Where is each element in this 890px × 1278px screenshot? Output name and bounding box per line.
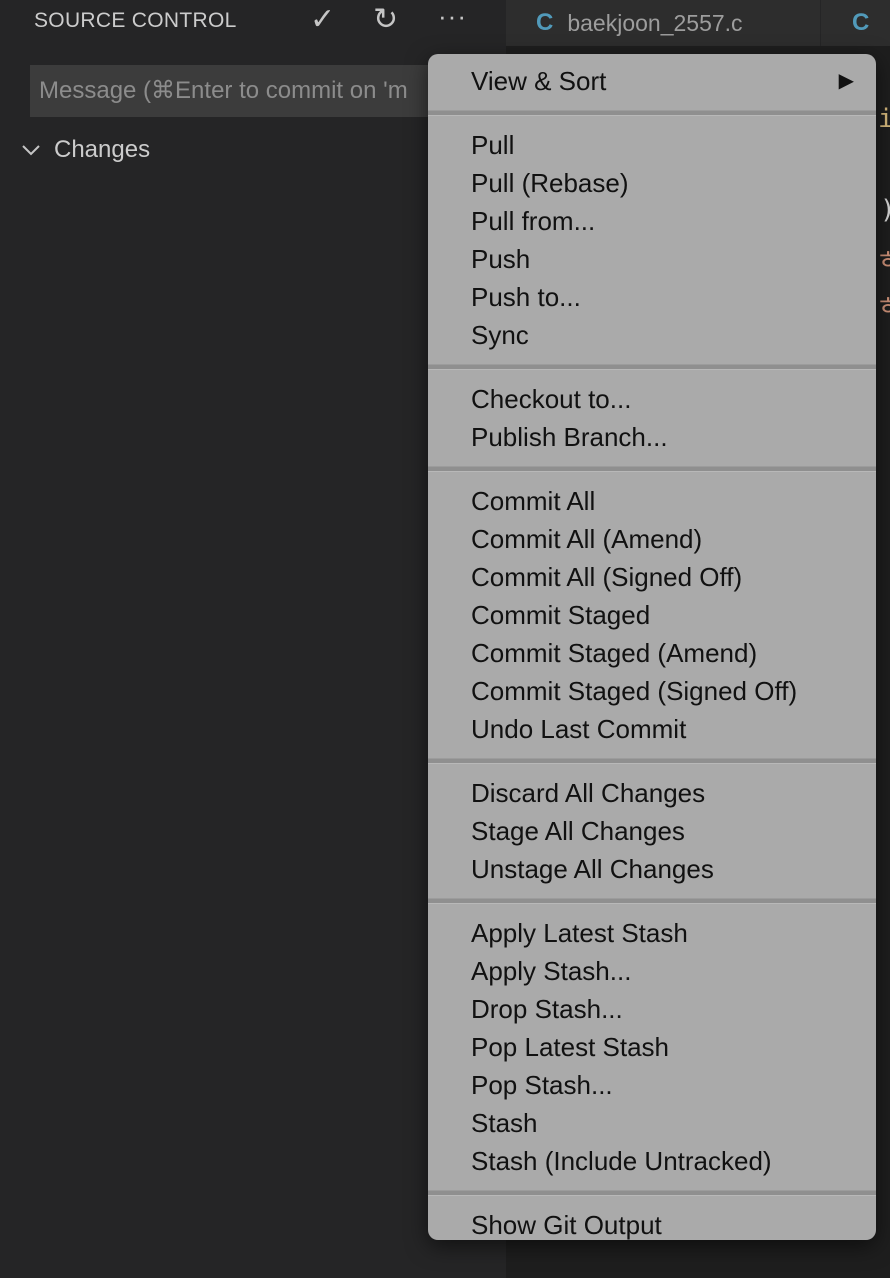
menu-item-pull-from[interactable]: Pull from... xyxy=(428,202,876,240)
menu-item-push[interactable]: Push xyxy=(428,240,876,278)
source-control-title: SOURCE CONTROL xyxy=(34,9,237,32)
menu-item-commit-all-amend[interactable]: Commit All (Amend) xyxy=(428,520,876,558)
c-file-icon: C xyxy=(536,9,554,36)
menu-item-pop-latest-stash[interactable]: Pop Latest Stash xyxy=(428,1028,876,1066)
tab-second-c-file[interactable]: C xyxy=(822,0,890,46)
menu-item-pull-rebase[interactable]: Pull (Rebase) xyxy=(428,164,876,202)
submenu-arrow-icon: ▶ xyxy=(838,70,854,92)
menu-item-undo-last-commit[interactable]: Undo Last Commit xyxy=(428,710,876,748)
menu-item-label: View & Sort xyxy=(471,66,607,96)
menu-item-view-sort[interactable]: View & Sort ▶ xyxy=(428,62,876,100)
menu-item-stash-include-untracked[interactable]: Stash (Include Untracked) xyxy=(428,1142,876,1180)
chevron-down-icon xyxy=(22,145,40,156)
menu-item-stash[interactable]: Stash xyxy=(428,1104,876,1142)
menu-item-commit-staged-signed-off[interactable]: Commit Staged (Signed Off) xyxy=(428,672,876,710)
menu-item-commit-staged[interactable]: Commit Staged xyxy=(428,596,876,634)
menu-item-commit-all[interactable]: Commit All xyxy=(428,482,876,520)
code-fragment: i xyxy=(878,104,890,134)
menu-item-unstage-all-changes[interactable]: Unstage All Changes xyxy=(428,850,876,888)
refresh-icon[interactable]: ↻ xyxy=(373,2,398,38)
menu-item-show-git-output[interactable]: Show Git Output xyxy=(428,1206,876,1244)
menu-separator xyxy=(428,466,876,472)
tab-bar: C baekjoon_2557.c C xyxy=(506,0,890,46)
code-fragment: ㅎ xyxy=(876,292,890,322)
code-fragment: ) xyxy=(880,195,890,225)
tab-baekjoon-2557[interactable]: C baekjoon_2557.c xyxy=(506,0,821,46)
menu-separator xyxy=(428,898,876,904)
changes-label: Changes xyxy=(54,136,151,163)
menu-item-stage-all-changes[interactable]: Stage All Changes xyxy=(428,812,876,850)
menu-item-commit-staged-amend[interactable]: Commit Staged (Amend) xyxy=(428,634,876,672)
menu-item-publish-branch[interactable]: Publish Branch... xyxy=(428,418,876,456)
menu-item-push-to[interactable]: Push to... xyxy=(428,278,876,316)
menu-item-drop-stash[interactable]: Drop Stash... xyxy=(428,990,876,1028)
checkmark-icon[interactable]: ✓ xyxy=(310,2,335,38)
menu-separator xyxy=(428,364,876,370)
menu-separator xyxy=(428,758,876,764)
menu-item-apply-latest-stash[interactable]: Apply Latest Stash xyxy=(428,914,876,952)
ellipsis-icon[interactable]: ··· xyxy=(438,0,467,34)
changes-section-header[interactable]: Changes xyxy=(20,132,150,168)
source-control-more-actions-menu: View & Sort ▶ Pull Pull (Rebase) Pull fr… xyxy=(428,54,876,1240)
menu-item-apply-stash[interactable]: Apply Stash... xyxy=(428,952,876,990)
menu-item-discard-all-changes[interactable]: Discard All Changes xyxy=(428,774,876,812)
menu-item-checkout-to[interactable]: Checkout to... xyxy=(428,380,876,418)
code-fragment: ㅎ xyxy=(876,246,890,276)
menu-item-commit-all-signed-off[interactable]: Commit All (Signed Off) xyxy=(428,558,876,596)
tab-label: baekjoon_2557.c xyxy=(567,9,743,36)
menu-item-pop-stash[interactable]: Pop Stash... xyxy=(428,1066,876,1104)
menu-item-sync[interactable]: Sync xyxy=(428,316,876,354)
source-control-header: SOURCE CONTROL ✓ ↻ ··· xyxy=(0,0,506,44)
c-file-icon: C xyxy=(852,9,870,36)
menu-item-pull[interactable]: Pull xyxy=(428,126,876,164)
commit-message-input[interactable] xyxy=(30,65,450,117)
menu-separator xyxy=(428,1190,876,1196)
menu-separator xyxy=(428,110,876,116)
